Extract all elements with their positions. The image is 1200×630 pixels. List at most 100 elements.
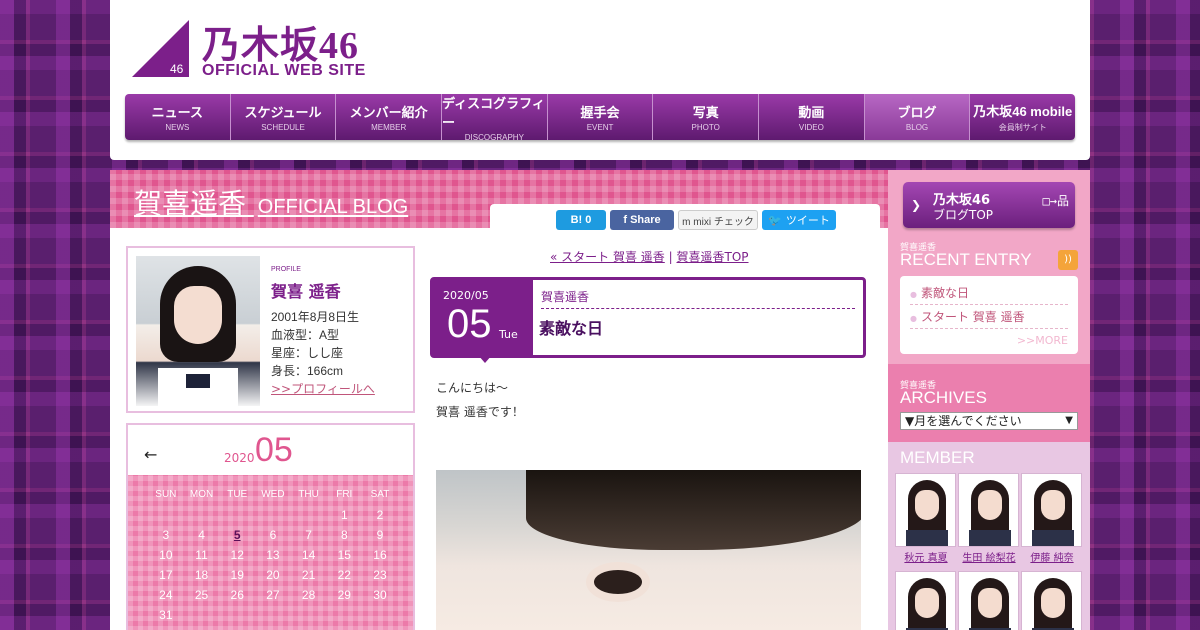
blog-top-button[interactable]: ❯ 乃木坂46 ブログTOP □→品 [903, 182, 1075, 228]
calendar-year: 2020 [224, 451, 255, 465]
breadcrumb: « スタート 賀喜 遥香 | 賀喜遥香TOP [550, 248, 749, 265]
nav-blog[interactable]: ブログ BLOG [864, 94, 971, 140]
recent-entry-item[interactable]: 素敵な日 [910, 284, 1068, 305]
photo-eye [586, 562, 650, 602]
profile-photo [136, 256, 260, 406]
nav-sub-label: BLOG [905, 123, 929, 132]
article-day-of-week: Tue [499, 328, 518, 341]
profile-link[interactable]: >>プロフィールへ [271, 380, 375, 397]
member-heading: MEMBER [900, 448, 975, 467]
calendar-day: 29 [337, 588, 351, 602]
member-photo [958, 571, 1019, 630]
calendar-day: 7 [305, 528, 312, 542]
member-card[interactable] [895, 473, 956, 547]
nav-label: 動画 [798, 105, 825, 120]
blog-title-link[interactable]: 賀喜遥香 OFFICIAL BLOG [134, 182, 408, 222]
nav-label: スケジュール [244, 105, 322, 120]
mixi-check-button[interactable]: m mixi チェック [678, 210, 758, 230]
calendar-grid: SUN MON TUE WED THU FRI SAT 1 2 3 4 5 6 7 8 9 10 11 12 13 14… [148, 485, 398, 625]
calendar-day: 21 [301, 568, 316, 582]
calendar-dow: THU [298, 489, 319, 500]
archive-month-select[interactable]: ▼月を選んでください ▼ [900, 412, 1078, 430]
calendar-dow: SAT [370, 489, 390, 500]
calendar-day [291, 605, 327, 625]
calendar-day: 17 [159, 568, 173, 582]
nav-label: メンバー紹介 [349, 105, 428, 120]
article-date: 2020/05 05 Tue [433, 280, 533, 363]
profile-label: PROFILE [271, 266, 301, 273]
calendar-day: 23 [373, 568, 387, 582]
blog-banner: 賀喜遥香 OFFICIAL BLOG B! 0 f Share m mixi チ… [110, 170, 888, 230]
hatena-bookmark-button[interactable]: B! 0 [556, 210, 606, 230]
site-header: 46 乃木坂46 OFFICIAL WEB SITE ニュース NEWS スケジュ… [110, 0, 1090, 160]
nav-event[interactable]: 握手会 EVENT [548, 94, 654, 140]
nav-sub-label: VIDEO [798, 123, 824, 132]
calendar-day: 18 [194, 568, 209, 582]
member-name[interactable]: 秋元 真夏 [891, 549, 961, 564]
calendar-day [326, 605, 362, 625]
calendar-day [291, 505, 327, 525]
site-logo[interactable]: 46 乃木坂46 OFFICIAL WEB SITE [132, 18, 392, 80]
archives-heading: ARCHIVES [900, 388, 987, 407]
nav-member[interactable]: メンバー紹介 MEMBER [336, 94, 443, 140]
calendar-day-link[interactable]: 5 [219, 525, 255, 545]
blog-owner-name: 賀喜遥香 [134, 188, 247, 219]
calendar-week: 10 11 12 13 14 15 16 [148, 545, 398, 565]
nav-label: 写真 [692, 105, 719, 120]
dropdown-caret-icon: ▼ [1065, 415, 1073, 426]
blog-title-suffix: OFFICIAL BLOG [257, 196, 409, 218]
logo-triangle-number: 46 [170, 62, 184, 76]
member-card[interactable] [895, 571, 956, 630]
calendar-dow: FRI [336, 489, 353, 500]
facebook-share-button[interactable]: f Share [610, 210, 674, 230]
calendar: ← 2020 05 SUN MON TUE WED THU FRI SAT 1 2 3 4 5 6 7 8 9… [126, 423, 415, 630]
blog-top-link[interactable]: 賀喜遥香TOP [677, 250, 749, 264]
member-name[interactable]: 生田 絵梨花 [954, 549, 1024, 564]
prev-entry-link[interactable]: « スタート 賀喜 遥香 [550, 250, 665, 264]
more-link[interactable]: >>MORE [1017, 334, 1068, 347]
calendar-day: 15 [337, 548, 351, 562]
chevron-right-icon: ❯ [911, 198, 922, 212]
calendar-day: 1 [340, 508, 348, 522]
member-card[interactable] [1021, 571, 1082, 630]
profile-birthday: 2001年8月8日生 [271, 310, 360, 324]
nav-mobile[interactable]: 乃木坂46 mobile 会員制サイト [970, 94, 1075, 140]
member-name[interactable]: 伊藤 純奈 [1017, 549, 1087, 564]
blog-area: 賀喜遥香 OFFICIAL BLOG B! 0 f Share m mixi チ… [110, 170, 1090, 630]
article-author: 賀喜遥香 [541, 288, 855, 309]
member-card[interactable] [958, 571, 1019, 630]
nav-video[interactable]: 動画 VIDEO [759, 94, 865, 140]
profile-card: PROFILE 賀喜 遥香 2001年8月8日生 血液型：A型 星座：しし座 身… [126, 246, 415, 413]
twitter-bird-icon: 🐦 [768, 214, 782, 227]
calendar-day: 2 [376, 508, 384, 522]
calendar-day: 3 [162, 528, 170, 542]
calendar-day: 28 [301, 588, 316, 602]
nav-schedule[interactable]: スケジュール SCHEDULE [231, 94, 337, 140]
nav-label: 乃木坂46 mobile [973, 104, 1073, 119]
nav-photo[interactable]: 写真 PHOTO [653, 94, 760, 140]
calendar-day [219, 505, 255, 525]
calendar-dow: SUN [155, 489, 177, 500]
calendar-day: 30 [373, 588, 387, 602]
recent-entry-item[interactable]: スタート 賀喜 遥香 [910, 308, 1068, 329]
nav-news[interactable]: ニュース NEWS [125, 94, 231, 140]
tweet-button[interactable]: 🐦 ツイート [762, 210, 836, 230]
calendar-day: 16 [373, 548, 387, 562]
article-header: 2020/05 05 Tue 賀喜遥香 素敵な日 [430, 277, 866, 363]
calendar-body: SUN MON TUE WED THU FRI SAT 1 2 3 4 5 6 7 8 9 10 11 12 13 14… [128, 475, 413, 630]
nav-sub-label: NEWS [165, 123, 190, 132]
nav-sub-label: DISCOGRAPHY [464, 132, 524, 142]
calendar-week: 24 25 26 27 28 29 30 [148, 585, 398, 605]
member-card[interactable] [958, 473, 1019, 547]
nav-label: ニュース [151, 105, 204, 120]
photo-face [174, 286, 222, 344]
calendar-day: 11 [195, 548, 208, 562]
calendar-day: 31 [159, 608, 173, 622]
member-card[interactable] [1021, 473, 1082, 547]
nav-discography[interactable]: ディスコグラフィー DISCOGRAPHY [442, 94, 548, 142]
photo-bangs [526, 470, 861, 550]
nav-label: ブログ [897, 105, 937, 120]
rss-icon[interactable]: )) [1058, 250, 1078, 270]
calendar-prev-arrow-icon[interactable]: ← [144, 445, 157, 464]
nav-sub-label: EVENT [586, 123, 614, 132]
